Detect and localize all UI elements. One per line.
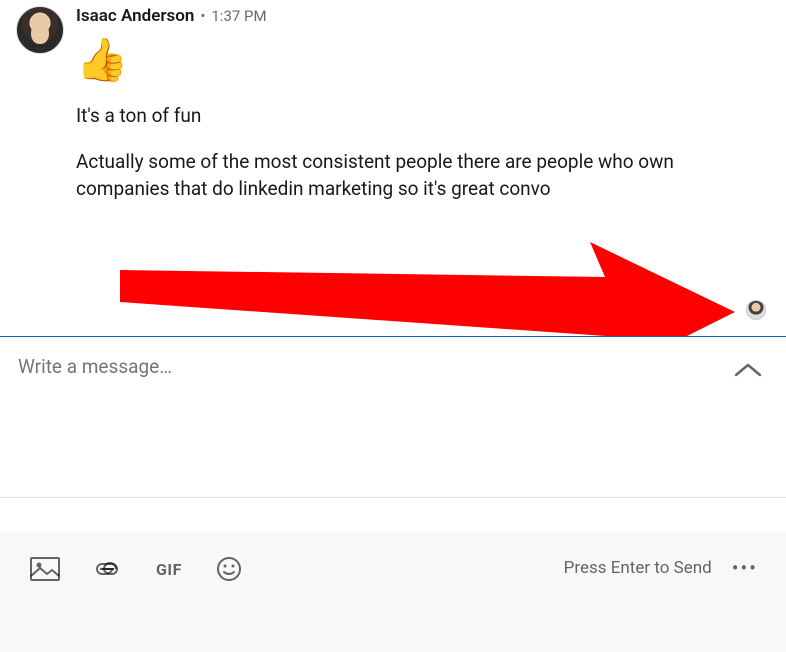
toolbar: GIF Press Enter to Send ••• <box>0 532 786 652</box>
message-area: Isaac Anderson • 1:37 PM 👍 It's a ton of… <box>0 0 786 221</box>
press-enter-label[interactable]: Press Enter to Send <box>564 558 712 578</box>
toolbar-right: Press Enter to Send ••• <box>564 556 758 580</box>
chevron-up-icon[interactable] <box>734 361 762 377</box>
sender-name[interactable]: Isaac Anderson <box>76 6 194 26</box>
separator-dot: • <box>200 7 205 25</box>
compose-container: Write a message… <box>0 336 786 498</box>
image-icon[interactable] <box>30 557 60 581</box>
message-text-2: Actually some of the most consistent peo… <box>76 148 770 203</box>
read-receipt[interactable] <box>746 300 766 320</box>
message: Isaac Anderson • 1:37 PM 👍 It's a ton of… <box>0 0 786 221</box>
gif-icon[interactable]: GIF <box>156 560 182 579</box>
more-icon[interactable]: ••• <box>732 556 758 580</box>
timestamp: 1:37 PM <box>211 7 266 25</box>
message-emoji: 👍 <box>76 38 770 84</box>
attachment-icon[interactable] <box>94 561 122 577</box>
read-receipt-avatar <box>746 300 766 320</box>
emoji-icon[interactable] <box>216 556 242 582</box>
message-header: Isaac Anderson • 1:37 PM <box>76 6 770 26</box>
compose-placeholder: Write a message… <box>18 355 172 378</box>
compose-box[interactable]: Write a message… <box>0 337 786 497</box>
message-text-1: It's a ton of fun <box>76 102 770 130</box>
avatar[interactable] <box>16 6 64 54</box>
annotation-arrow <box>120 242 740 346</box>
toolbar-left: GIF <box>30 556 242 582</box>
message-content: Isaac Anderson • 1:37 PM 👍 It's a ton of… <box>76 6 770 221</box>
